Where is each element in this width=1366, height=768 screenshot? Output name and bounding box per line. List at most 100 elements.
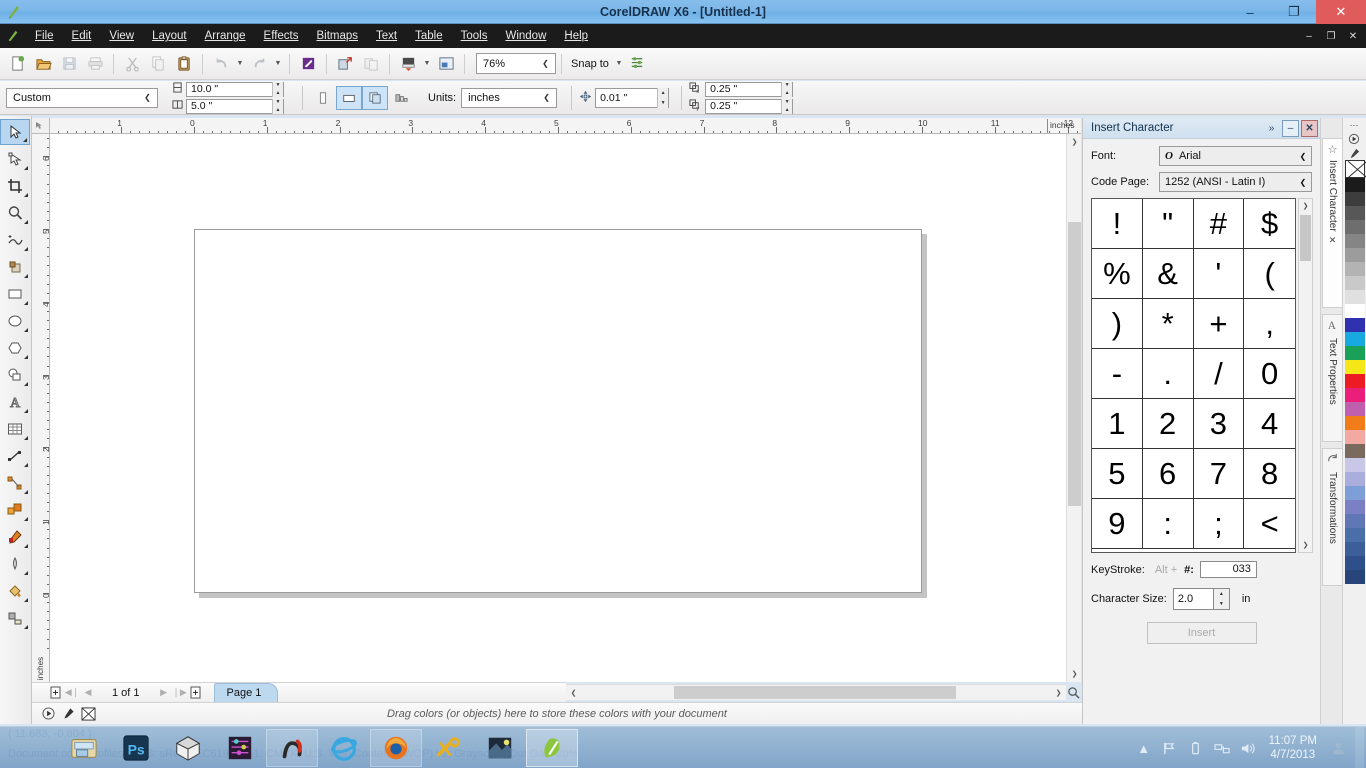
menu-item-table[interactable]: Table — [406, 24, 452, 48]
vertical-ruler[interactable]: 10123456 — [32, 134, 50, 682]
flyout-arrow-icon[interactable] — [20, 301, 28, 305]
shape-tool[interactable] — [0, 146, 30, 172]
scroll-up-icon[interactable]: ❯ — [1299, 199, 1312, 213]
nudge-offset-input[interactable]: 0.01 " ▲ ▼ — [595, 87, 670, 108]
canvas-horizontal-scrollbar[interactable]: ❮ ❯ — [566, 684, 1066, 700]
menu-item-window[interactable]: Window — [496, 24, 555, 48]
taskbar-3d-app[interactable] — [162, 729, 214, 767]
flyout-arrow-icon[interactable] — [20, 544, 28, 548]
palette-swatch[interactable] — [1344, 304, 1365, 318]
rectangle-tool[interactable] — [0, 281, 30, 307]
palette-swatch[interactable] — [1344, 514, 1365, 528]
basic-shapes-tool[interactable] — [0, 362, 30, 388]
network-icon[interactable] — [1209, 727, 1235, 768]
scroll-up-icon[interactable]: ❯ — [1067, 134, 1082, 150]
palette-swatch[interactable] — [1344, 444, 1365, 458]
palette-swatch[interactable] — [1344, 234, 1365, 248]
docker-minimize-button[interactable]: – — [1282, 119, 1299, 137]
import-icon[interactable] — [332, 51, 358, 77]
redo-dropdown-arrow[interactable]: ▼ — [272, 51, 284, 77]
character-grid-scroll-thumb[interactable] — [1300, 215, 1311, 261]
flyout-arrow-icon[interactable] — [20, 382, 28, 386]
palette-swatch[interactable] — [1344, 402, 1365, 416]
fill-tool[interactable] — [0, 578, 30, 604]
palette-swatch[interactable] — [1344, 430, 1365, 444]
battery-icon[interactable] — [1183, 727, 1209, 768]
chevron-down-icon[interactable]: ❮ — [140, 93, 155, 102]
docker-tab-transformations[interactable]: Transformations — [1322, 448, 1342, 586]
last-page-button[interactable]: ❘▶ — [172, 684, 188, 702]
folder-open-icon[interactable] — [30, 51, 56, 77]
menu-item-effects[interactable]: Effects — [255, 24, 308, 48]
menu-item-arrange[interactable]: Arrange — [196, 24, 255, 48]
character-cell[interactable]: 8 — [1244, 449, 1295, 499]
pick-tool[interactable] — [0, 119, 30, 145]
zoom-level-combo[interactable]: 76% ❮ — [476, 53, 556, 74]
taskbar-tools-app[interactable] — [422, 729, 474, 767]
character-cell[interactable]: 6 — [1142, 449, 1194, 499]
flyout-arrow-icon[interactable] — [20, 355, 28, 359]
character-cell[interactable]: 0 — [1244, 349, 1295, 399]
palette-swatch[interactable] — [1344, 374, 1365, 388]
character-cell[interactable]: < — [1244, 499, 1295, 549]
horizontal-ruler[interactable]: 210123456789101112inches — [50, 118, 1081, 134]
flyout-arrow-icon[interactable] — [20, 571, 28, 575]
taskbar-audio-editor[interactable] — [214, 729, 266, 767]
add-page-end-button[interactable] — [188, 684, 204, 702]
character-cell[interactable]: . — [1142, 349, 1194, 399]
menu-item-layout[interactable]: Layout — [143, 24, 196, 48]
flyout-arrow-icon[interactable] — [20, 517, 28, 521]
character-size-input[interactable]: 2.0 — [1172, 588, 1213, 610]
palette-swatch[interactable] — [1344, 458, 1365, 472]
vertical-scroll-thumb[interactable] — [1068, 222, 1081, 506]
printer-icon[interactable] — [82, 51, 108, 77]
connector-tool[interactable] — [0, 470, 30, 496]
menu-item-tools[interactable]: Tools — [452, 24, 497, 48]
add-page-start-button[interactable] — [48, 684, 64, 702]
palette-swatch[interactable] — [1344, 220, 1365, 234]
character-cell[interactable]: ; — [1193, 499, 1245, 549]
options-dialog-icon[interactable] — [433, 51, 459, 77]
palette-swatch[interactable] — [1344, 486, 1365, 500]
palette-swatch[interactable] — [1344, 318, 1365, 332]
outline-pen-tool[interactable] — [0, 551, 30, 577]
character-cell[interactable]: ' — [1193, 249, 1245, 299]
polygon-tool[interactable] — [0, 335, 30, 361]
palette-swatch[interactable] — [1344, 346, 1365, 360]
character-cell[interactable]: : — [1142, 499, 1194, 549]
docker-close-button[interactable]: ✕ — [1301, 119, 1318, 137]
no-color-swatch[interactable] — [1344, 160, 1365, 178]
close-button[interactable]: ✕ — [1316, 0, 1366, 24]
page-width-spinner[interactable]: ▼ ▲ — [272, 81, 283, 97]
scroll-down-icon[interactable]: ❯ — [1299, 538, 1312, 552]
character-cell[interactable]: 3 — [1193, 399, 1245, 449]
page-width-input[interactable]: 10.0 " ▼ ▲ — [186, 81, 284, 97]
flyout-arrow-icon[interactable] — [20, 463, 28, 467]
codepage-combo[interactable]: 1252 (ANSI - Latin I) ❮ — [1159, 172, 1312, 192]
palette-swatch[interactable] — [1344, 472, 1365, 486]
taskbar-media-player[interactable] — [474, 729, 526, 767]
palette-swatch[interactable] — [1344, 290, 1365, 304]
palette-swatch[interactable] — [1344, 276, 1365, 290]
duplicate-y-spinner[interactable]: ▼ ▲ — [781, 98, 793, 114]
smart-fill-tool[interactable] — [0, 254, 30, 280]
palette-swatch[interactable] — [1344, 360, 1365, 374]
character-cell[interactable]: ( — [1244, 249, 1295, 299]
flyout-arrow-icon[interactable] — [20, 193, 28, 197]
palette-swatch[interactable] — [1344, 388, 1365, 402]
palette-swatch-list[interactable] — [1343, 178, 1366, 584]
volume-icon[interactable] — [1235, 727, 1261, 768]
paste-icon[interactable] — [171, 51, 197, 77]
snap-to-button[interactable]: Snap to — [567, 58, 613, 70]
save-icon[interactable] — [56, 51, 82, 77]
menu-item-edit[interactable]: Edit — [63, 24, 101, 48]
document-restore-button[interactable]: ❐ — [1320, 31, 1342, 42]
palette-scroll-button[interactable] — [1343, 132, 1365, 146]
horizontal-scroll-thumb[interactable] — [674, 686, 956, 699]
ellipse-tool[interactable] — [0, 308, 30, 334]
palette-swatch[interactable] — [1344, 332, 1365, 346]
character-cell[interactable]: 7 — [1193, 449, 1245, 499]
flyout-arrow-icon[interactable] — [20, 409, 28, 413]
taskbar-photoshop[interactable]: Ps — [110, 729, 162, 767]
character-cell[interactable]: ! — [1092, 199, 1143, 249]
